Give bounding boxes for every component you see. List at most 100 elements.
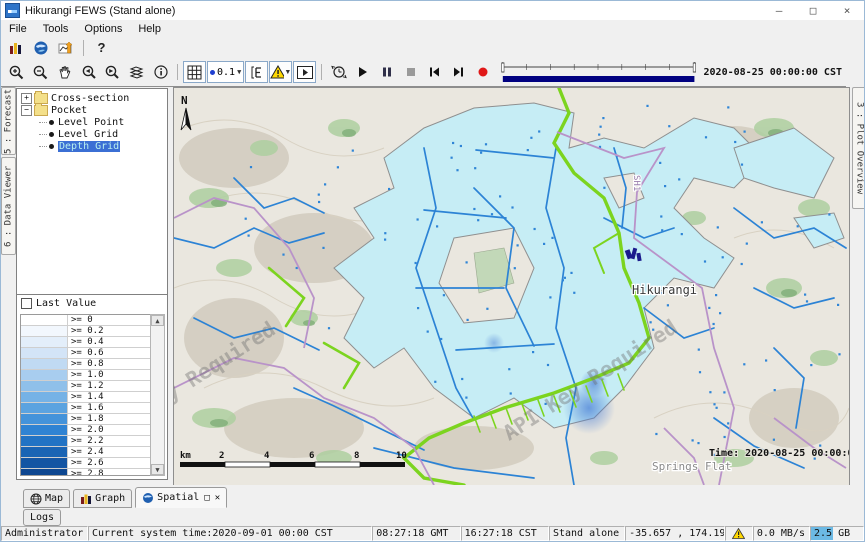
legend-scrollbar[interactable]: ▲ ▼ xyxy=(150,314,165,476)
legend-label: >= 2.2 xyxy=(68,436,104,446)
warning-icon xyxy=(732,528,745,539)
zoom-previous-button[interactable] xyxy=(77,61,100,83)
menu-options[interactable]: Options xyxy=(76,22,130,36)
window-title: Hikurangi FEWS (Stand alone) xyxy=(25,5,175,17)
bullet-icon xyxy=(49,132,54,137)
go-to-end-button[interactable] xyxy=(447,61,470,83)
help-icon: ? xyxy=(98,40,106,55)
expand-icon[interactable]: + xyxy=(21,93,32,104)
stop-button[interactable] xyxy=(399,61,422,83)
record-icon xyxy=(477,66,489,78)
zoom-next-icon xyxy=(104,64,121,81)
legend-row[interactable]: >= 1.4 xyxy=(21,392,150,403)
legend-swatch xyxy=(21,447,68,457)
legend-row[interactable]: >= 2.6 xyxy=(21,458,150,469)
tree-item-pocket[interactable]: − Pocket xyxy=(17,104,167,116)
menu-help[interactable]: Help xyxy=(130,22,169,36)
tab-spatial-active[interactable]: Spatial □ ✕ xyxy=(135,487,227,508)
status-gmt-time: 08:27:18 GMT xyxy=(372,526,460,541)
status-memory[interactable]: 2.5 GB xyxy=(810,526,864,541)
status-warning-cell[interactable] xyxy=(725,526,753,541)
last-value-checkbox[interactable] xyxy=(21,298,32,309)
app-logo-icon xyxy=(5,3,20,18)
record-button[interactable] xyxy=(471,61,494,83)
legend-row[interactable]: >= 2.8 xyxy=(21,469,150,476)
threshold-combo[interactable]: 0.1 ▼ xyxy=(207,61,244,83)
tree-item-level-grid[interactable]: Level Grid xyxy=(17,128,167,140)
tab-plot-overview[interactable]: 3 : Plot Overview xyxy=(852,87,865,209)
title-bar[interactable]: Hikurangi FEWS (Stand alone) – □ × xyxy=(1,1,864,20)
tree-label-selected[interactable]: Depth Grid xyxy=(58,141,120,152)
tab-maximize-icon[interactable]: □ xyxy=(204,493,209,503)
legend-row[interactable]: >= 1.0 xyxy=(21,370,150,381)
tree-item-depth-grid[interactable]: Depth Grid xyxy=(17,140,167,152)
timeseries-icon xyxy=(58,40,74,56)
zoom-next-button[interactable] xyxy=(101,61,124,83)
legend-row[interactable]: >= 0.6 xyxy=(21,348,150,359)
animation-settings-button[interactable] xyxy=(327,61,350,83)
scroll-down-icon[interactable]: ▼ xyxy=(151,464,164,475)
last-value-label: Last Value xyxy=(36,298,96,309)
info-button[interactable] xyxy=(149,61,172,83)
grid-display-toggle[interactable] xyxy=(183,61,206,83)
legend-row[interactable]: >= 0.8 xyxy=(21,359,150,370)
map-canvas[interactable]: API Key Required API Key Required SH1 Hi… xyxy=(174,88,849,485)
zoom-out-button[interactable] xyxy=(29,61,52,83)
close-button[interactable]: × xyxy=(830,1,864,20)
pause-button[interactable] xyxy=(375,61,398,83)
legend-row[interactable]: >= 2.0 xyxy=(21,425,150,436)
layers-button[interactable] xyxy=(125,61,148,83)
go-to-start-button[interactable] xyxy=(423,61,446,83)
collapse-icon[interactable]: − xyxy=(21,105,32,116)
logs-button[interactable]: Logs xyxy=(23,509,61,526)
movie-player-button[interactable] xyxy=(293,61,316,83)
map-view[interactable]: API Key Required API Key Required SH1 Hi… xyxy=(173,87,850,486)
tab-close-icon[interactable]: ✕ xyxy=(215,493,220,503)
menu-tools[interactable]: Tools xyxy=(35,22,77,36)
database-display-button[interactable] xyxy=(4,37,27,59)
thresholds-warning-dropdown[interactable]: ▼ xyxy=(269,61,292,83)
legend-swatch xyxy=(21,359,68,369)
tab-map[interactable]: Map xyxy=(23,489,70,508)
pause-icon xyxy=(381,66,393,78)
tree-label[interactable]: Level Point xyxy=(58,117,124,128)
movie-play-icon xyxy=(297,66,313,79)
pan-button[interactable] xyxy=(53,61,76,83)
legend-swatch xyxy=(21,414,68,424)
legend-row[interactable]: >= 2.2 xyxy=(21,436,150,447)
legend-row[interactable]: >= 0 xyxy=(21,315,150,326)
profile-icon xyxy=(250,65,264,80)
last-value-option[interactable]: Last Value xyxy=(17,295,167,312)
maximize-button[interactable]: □ xyxy=(796,1,830,20)
tab-graph-label: Graph xyxy=(95,493,125,504)
profile-display-button[interactable] xyxy=(245,61,268,83)
legend-row[interactable]: >= 0.2 xyxy=(21,326,150,337)
play-button[interactable] xyxy=(351,61,374,83)
timeline-timestamp: 2020-08-25 00:00:00 CST xyxy=(698,67,846,78)
tree-label[interactable]: Level Grid xyxy=(58,129,118,140)
tab-graph[interactable]: Graph xyxy=(73,489,132,508)
legend-row[interactable]: >= 1.6 xyxy=(21,403,150,414)
legend-row[interactable]: >= 1.2 xyxy=(21,381,150,392)
globe-icon xyxy=(33,40,49,56)
legend-table: >= 0>= 0.2>= 0.4>= 0.6>= 0.8>= 1.0>= 1.2… xyxy=(20,314,151,476)
zoom-in-button[interactable] xyxy=(5,61,28,83)
menu-file[interactable]: File xyxy=(1,22,35,36)
info-icon xyxy=(153,64,169,80)
legend-row[interactable]: >= 1.8 xyxy=(21,414,150,425)
timeline-slider[interactable] xyxy=(501,60,696,84)
scroll-up-icon[interactable]: ▲ xyxy=(151,315,164,326)
timeseries-display-button[interactable] xyxy=(54,37,77,59)
tree-item-level-point[interactable]: Level Point xyxy=(17,116,167,128)
legend-row[interactable]: >= 0.4 xyxy=(21,337,150,348)
tree-label[interactable]: Pocket xyxy=(51,105,87,116)
legend-swatch xyxy=(21,436,68,446)
minimize-button[interactable]: – xyxy=(762,1,796,20)
tree-label[interactable]: Cross-section xyxy=(51,93,129,104)
legend-swatch xyxy=(21,370,68,380)
legend-label: >= 1.6 xyxy=(68,403,104,413)
legend-row[interactable]: >= 2.4 xyxy=(21,447,150,458)
help-button[interactable]: ? xyxy=(90,37,113,59)
spatial-globe-icon xyxy=(142,492,154,504)
spatial-display-button[interactable] xyxy=(29,37,52,59)
